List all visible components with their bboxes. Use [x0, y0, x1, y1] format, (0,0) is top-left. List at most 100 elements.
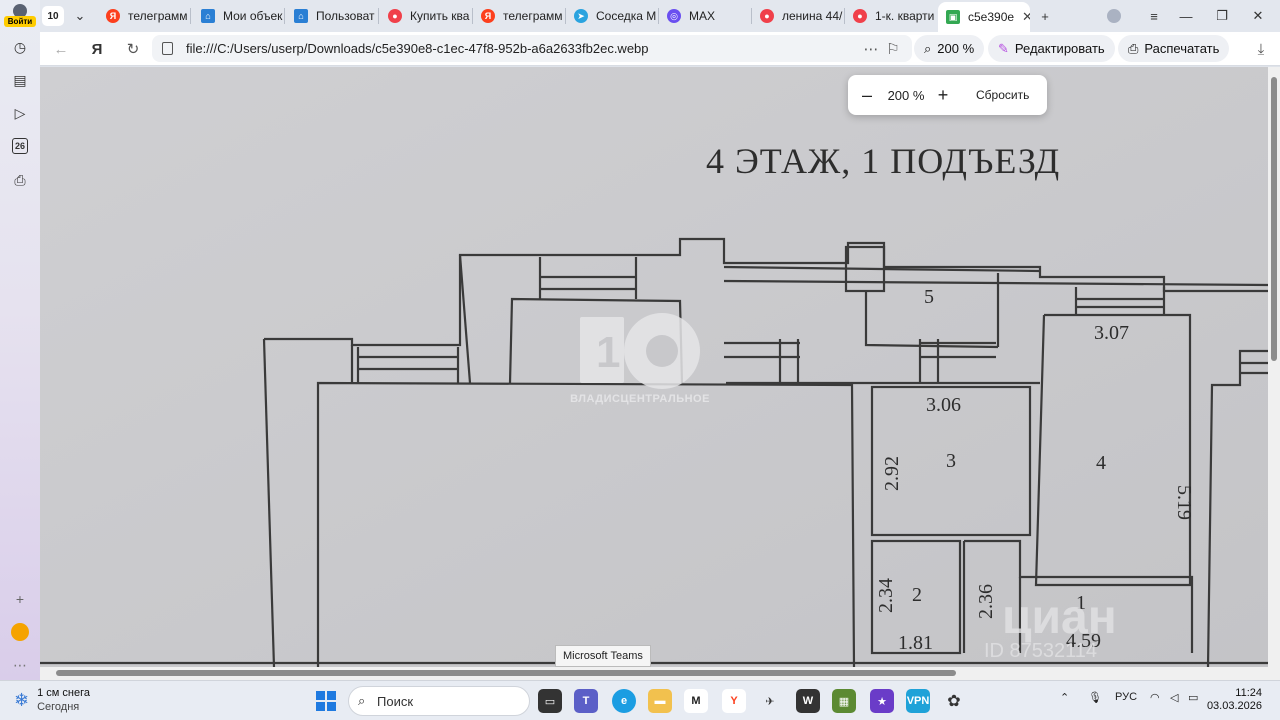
watermark-text: ВЛАДИСЦЕНТРАЛЬНОЕ: [570, 393, 710, 405]
edit-label: Редактировать: [1014, 41, 1105, 56]
more-icon[interactable]: ⋯: [860, 39, 882, 59]
wifi-icon[interactable]: ◠: [1150, 691, 1160, 704]
add-panel-icon[interactable]: +: [10, 589, 30, 609]
image-file-icon: ▣: [946, 10, 960, 24]
tab[interactable]: ● Купить ква: [380, 4, 473, 28]
tab-menu-icon[interactable]: ≡: [1142, 6, 1166, 26]
url-text: file:///C:/Users/userp/Downloads/c5e390e…: [186, 41, 649, 56]
yandex-icon: Я: [106, 9, 120, 23]
reset-zoom-button[interactable]: Сбросить: [976, 88, 1029, 102]
clock[interactable]: 11:24 03.03.2026: [1207, 687, 1262, 713]
microphone-icon[interactable]: 🎙: [1088, 691, 1102, 704]
address-bar: ← Я ↻ file:///C:/Users/userp/Downloads/c…: [40, 32, 1280, 66]
game-icon[interactable]: ✈: [758, 689, 782, 713]
zoom-value: 200 %: [887, 87, 925, 103]
edit-button[interactable]: ✎ Редактировать: [988, 35, 1115, 62]
dimension-label: 3.07: [1094, 322, 1129, 344]
tab-bar: 10 ⌄ Я телеграмм ⌂ Мои объек ⌂ Пользоват…: [40, 0, 1280, 32]
reload-icon[interactable]: ↻: [122, 39, 144, 59]
history-icon[interactable]: ◷: [10, 37, 30, 57]
collections-icon[interactable]: ▤: [10, 70, 30, 90]
max-icon: ◎: [667, 9, 681, 23]
edit-icon: ✎: [998, 40, 1009, 56]
back-icon[interactable]: ←: [50, 39, 72, 59]
dimension-label: 5.19: [1173, 485, 1195, 520]
minimize-icon[interactable]: —: [1174, 6, 1198, 26]
max-app-icon[interactable]: M: [684, 689, 708, 713]
tanks-icon[interactable]: W: [796, 689, 820, 713]
volume-icon[interactable]: ◁: [1170, 691, 1178, 704]
tab[interactable]: ⌂ Пользоват: [286, 4, 379, 28]
yandex-home-icon[interactable]: Я: [86, 39, 108, 59]
tab[interactable]: Я телеграмм: [473, 4, 566, 28]
taskbar-search[interactable]: ⌕ Поиск: [348, 686, 530, 716]
print-button[interactable]: ⎙ Распечатать: [1118, 35, 1230, 62]
vertical-scrollbar[interactable]: [1268, 67, 1280, 667]
cian-logo: циан: [1002, 591, 1117, 644]
room-number: 5: [924, 286, 934, 308]
weather-widget[interactable]: ❄ 1 см снега Сегодня: [14, 687, 90, 714]
cian-icon: ●: [853, 9, 867, 23]
tab[interactable]: ⌂ Мои объек: [193, 4, 285, 28]
restore-icon[interactable]: ❐: [1210, 6, 1234, 26]
tab[interactable]: ◎ MAX: [659, 4, 752, 28]
play-icon[interactable]: ▷: [10, 103, 30, 123]
telegram-icon: ➤: [574, 9, 588, 23]
search-icon: ⌕: [358, 693, 366, 708]
bookmark-icon[interactable]: ⚐: [882, 39, 904, 59]
date: 03.03.2026: [1206, 700, 1262, 712]
zoom-in-button[interactable]: +: [932, 84, 954, 106]
yandex-browser-icon[interactable]: Y: [722, 689, 746, 713]
house-icon: ⌂: [201, 9, 215, 23]
chevron-down-icon[interactable]: ⌄: [68, 6, 92, 26]
minecraft-icon[interactable]: ▦: [832, 689, 856, 713]
close-window-icon[interactable]: ✕: [1246, 6, 1270, 26]
vpn-icon[interactable]: VPN: [906, 689, 930, 713]
tab-label: Пользоват: [316, 9, 375, 23]
horizontal-scrollbar[interactable]: [40, 667, 1280, 680]
teams-icon[interactable]: T: [574, 689, 598, 713]
zoom-out-button[interactable]: –: [856, 84, 878, 106]
mail-icon[interactable]: [10, 622, 30, 642]
image-viewport[interactable]: 4 ЭТАЖ, 1 ПОДЪЕЗД 1 ВЛАДИСЦЕНТРАЛЬНОЕ 5 …: [40, 67, 1268, 667]
login-button[interactable]: Войти: [4, 16, 36, 27]
taskbar: ❄ 1 см снега Сегодня ⌕ Поиск ▭ T e ▬ M Y…: [0, 680, 1280, 720]
task-view-icon[interactable]: ▭: [538, 689, 562, 713]
more-icon[interactable]: ⋯: [10, 655, 30, 675]
chatgpt-icon[interactable]: ✿: [942, 689, 966, 713]
print-label: Распечатать: [1144, 41, 1220, 56]
tab-label: Соседка М: [596, 9, 657, 23]
profile-icon[interactable]: [1102, 6, 1126, 26]
tab-label: телеграмм: [128, 9, 188, 23]
battery-icon[interactable]: ▭: [1188, 691, 1198, 704]
tab[interactable]: Я телеграмм: [98, 4, 191, 28]
new-tab-icon[interactable]: +: [1033, 6, 1057, 26]
screenshot-icon[interactable]: ⎙: [10, 170, 30, 190]
tab-active[interactable]: ▣ c5e390e ✕: [938, 2, 1030, 32]
windows-start-icon[interactable]: [314, 689, 338, 713]
url-field[interactable]: file:///C:/Users/userp/Downloads/c5e390e…: [152, 35, 912, 62]
dimension-label: 1.81: [898, 632, 933, 654]
chevron-up-icon[interactable]: ⌃: [1060, 691, 1069, 704]
zoom-icon: ⌕: [924, 40, 932, 56]
zoom-label: 200 %: [937, 41, 975, 56]
language-indicator[interactable]: РУС: [1115, 691, 1137, 703]
cian-id: ID 87532114: [984, 640, 1097, 662]
download-icon[interactable]: ⤓: [1250, 39, 1272, 59]
explorer-icon[interactable]: ▬: [648, 689, 672, 713]
tab[interactable]: ➤ Соседка М: [566, 4, 659, 28]
cian-icon: ●: [388, 9, 402, 23]
calendar-icon[interactable]: 26: [12, 138, 28, 154]
cian-watermark: циан ID 87532114: [984, 591, 1117, 662]
tab[interactable]: ● 1-к. кварти: [845, 4, 938, 28]
close-tab-icon[interactable]: ✕: [1022, 9, 1030, 25]
dimension-label: 2.36: [975, 584, 997, 619]
tab-count-badge[interactable]: 10: [42, 6, 64, 26]
zoom-button[interactable]: ⌕ 200 %: [914, 35, 985, 62]
app-icon[interactable]: ★: [870, 689, 894, 713]
print-icon: ⎙: [1128, 40, 1139, 56]
tab[interactable]: ● ленина 44/: [752, 4, 845, 28]
file-icon: [162, 42, 173, 55]
edge-icon[interactable]: e: [612, 689, 636, 713]
room-number: 4: [1096, 452, 1106, 474]
